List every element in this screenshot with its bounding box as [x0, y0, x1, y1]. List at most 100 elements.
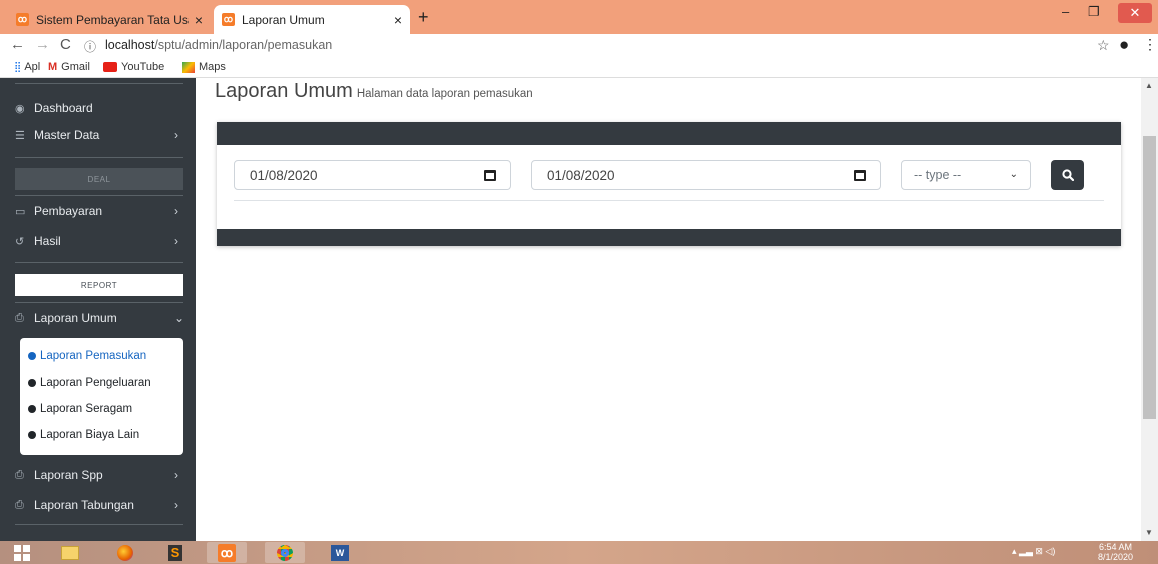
- bookmark-label: Maps: [199, 61, 226, 73]
- new-tab-button[interactable]: +: [418, 7, 429, 28]
- clock-date: 8/1/2020: [1098, 552, 1134, 562]
- reload-icon[interactable]: C: [60, 36, 71, 53]
- calendar-icon[interactable]: [484, 170, 496, 181]
- sidebar-item-label: Master Data: [34, 128, 100, 142]
- chevron-right-icon: ›: [174, 204, 178, 218]
- sub-item-label: Laporan Pemasukan: [40, 350, 147, 362]
- dashboard-icon: ◉: [15, 102, 25, 115]
- bookmark-gmail[interactable]: M Gmail: [48, 61, 90, 73]
- sidebar-item-laporan-spp[interactable]: ⎙ Laporan Spp ›: [0, 462, 196, 488]
- browser-tab-strip: ꝏ Sistem Pembayaran Tata Usaha × ꝏ Lapor…: [0, 0, 1158, 34]
- file-explorer-icon[interactable]: [50, 542, 90, 563]
- credit-card-icon: ▭: [15, 205, 26, 218]
- maps-icon: [182, 61, 195, 73]
- page-title: Laporan Umum Halaman data laporan pemasuk…: [215, 80, 533, 103]
- sidebar-item-pembayaran[interactable]: ▭ Pembayaran ›: [0, 198, 196, 224]
- tab-close-icon[interactable]: ×: [195, 12, 203, 28]
- list-icon: ☰: [15, 129, 25, 142]
- card-footer: [217, 229, 1121, 246]
- scroll-up-icon[interactable]: ▲: [1145, 81, 1153, 90]
- page-subtitle: Halaman data laporan pemasukan: [356, 88, 533, 100]
- system-tray-icons[interactable]: ▴ ▂▃ ⊠ ◁): [1012, 546, 1055, 557]
- menu-icon[interactable]: ⋮: [1143, 36, 1157, 53]
- url-path: /sptu/admin/laporan/pemasukan: [154, 38, 333, 52]
- sublime-text-icon[interactable]: S: [155, 542, 195, 563]
- sidebar-divider: [15, 524, 183, 525]
- xampp-favicon-icon: ꝏ: [16, 13, 29, 26]
- history-icon: ↺: [15, 235, 25, 248]
- bookmark-star-icon[interactable]: ☆: [1097, 37, 1110, 54]
- card-divider: [234, 200, 1104, 201]
- sidebar-item-master-data[interactable]: ☰ Master Data ›: [0, 122, 196, 148]
- sidebar-item-label: Laporan Umum: [34, 311, 117, 325]
- laporan-umum-submenu: Laporan Pemasukan Laporan Pengeluaran La…: [20, 338, 183, 455]
- sub-item-label: Laporan Biaya Lain: [40, 429, 140, 441]
- bookmark-maps[interactable]: Maps: [182, 61, 226, 73]
- sub-item-laporan-pengeluaran[interactable]: Laporan Pengeluaran: [28, 373, 151, 393]
- chevron-down-icon: ⌄: [174, 311, 185, 325]
- xampp-taskbar-icon[interactable]: ꝏ: [207, 542, 247, 563]
- word-icon[interactable]: W: [320, 542, 360, 563]
- bookmarks-bar: ⣿ Apl M Gmail YouTube Maps: [0, 58, 1158, 78]
- windows-start-icon[interactable]: [2, 542, 42, 563]
- bookmark-youtube[interactable]: YouTube: [103, 61, 164, 73]
- page-scrollbar[interactable]: ▲ ▼: [1141, 78, 1158, 541]
- scroll-thumb[interactable]: [1143, 136, 1156, 419]
- xampp-favicon-icon: ꝏ: [222, 13, 235, 26]
- sidebar-divider: [15, 83, 183, 84]
- tab-close-icon[interactable]: ×: [394, 12, 402, 28]
- sidebar-item-label: Hasil: [34, 234, 61, 248]
- sidebar-item-label: Pembayaran: [34, 204, 103, 218]
- printer-icon: ⎙: [15, 311, 24, 324]
- sub-item-laporan-biaya-lain[interactable]: Laporan Biaya Lain: [28, 425, 139, 445]
- search-button[interactable]: [1051, 160, 1084, 190]
- circle-icon: [28, 405, 36, 413]
- window-close-icon[interactable]: ✕: [1118, 3, 1152, 23]
- tab-sistem-pembayaran[interactable]: ꝏ Sistem Pembayaran Tata Usaha ×: [8, 5, 211, 34]
- back-icon[interactable]: ←: [10, 36, 25, 53]
- sidebar-item-laporan-umum[interactable]: ⎙ Laporan Umum ⌄: [0, 305, 196, 331]
- tab-title: Laporan Umum: [242, 12, 325, 27]
- profile-icon[interactable]: ●: [1119, 35, 1129, 55]
- sub-item-laporan-seragam[interactable]: Laporan Seragam: [28, 399, 132, 419]
- forward-icon[interactable]: →: [35, 36, 50, 53]
- chevron-down-icon: ⌄: [1009, 169, 1018, 180]
- chevron-right-icon: ›: [174, 498, 178, 512]
- date-from-input[interactable]: 01/08/2020: [234, 160, 511, 190]
- sidebar-item-dashboard[interactable]: ◉ Dashboard: [0, 95, 196, 121]
- sidebar-item-label: Laporan Tabungan: [34, 498, 134, 512]
- firefox-icon[interactable]: [105, 542, 145, 563]
- sidebar-divider: [15, 302, 183, 303]
- url-host: localhost: [105, 38, 155, 52]
- restore-icon[interactable]: ❐: [1088, 4, 1100, 20]
- type-select[interactable]: -- type -- ⌄: [901, 160, 1031, 190]
- chrome-icon[interactable]: [265, 542, 305, 563]
- bookmark-apps[interactable]: ⣿ Apl: [14, 61, 40, 73]
- sidebar-header-deal: DEAL: [15, 168, 183, 190]
- sidebar-item-laporan-tabungan[interactable]: ⎙ Laporan Tabungan ›: [0, 492, 196, 518]
- scroll-down-icon[interactable]: ▼: [1145, 528, 1153, 537]
- gmail-icon: M: [48, 61, 58, 73]
- sub-item-laporan-pemasukan[interactable]: Laporan Pemasukan: [28, 346, 146, 366]
- chevron-right-icon: ›: [174, 468, 178, 482]
- info-icon[interactable]: ⓘ: [84, 38, 96, 55]
- bookmark-label: YouTube: [121, 61, 165, 73]
- windows-taskbar: S ꝏ W ▴ ▂▃ ⊠ ◁) 6:54 AM 8/1/2020: [0, 541, 1158, 564]
- sub-item-label: Laporan Seragam: [40, 403, 133, 415]
- circle-icon: [28, 352, 36, 360]
- browser-toolbar: ← → C ⓘ localhost/sptu/admin/laporan/pem…: [0, 34, 1158, 58]
- card-header: [217, 122, 1121, 145]
- sub-item-label: Laporan Pengeluaran: [40, 377, 151, 389]
- tab-laporan-umum[interactable]: ꝏ Laporan Umum ×: [214, 5, 410, 34]
- circle-icon: [28, 379, 36, 387]
- minimize-icon[interactable]: –: [1062, 4, 1069, 19]
- chevron-right-icon: ›: [174, 128, 178, 142]
- sidebar-item-label: Laporan Spp: [34, 468, 103, 482]
- date-to-input[interactable]: 01/08/2020: [531, 160, 881, 190]
- address-bar[interactable]: localhost/sptu/admin/laporan/pemasukan: [105, 38, 332, 52]
- calendar-icon[interactable]: [854, 170, 866, 181]
- taskbar-clock[interactable]: 6:54 AM 8/1/2020: [1098, 542, 1133, 562]
- chevron-right-icon: ›: [174, 234, 178, 248]
- sidebar: ◉ Dashboard ☰ Master Data › DEAL ▭ Pemba…: [0, 78, 196, 541]
- sidebar-item-hasil[interactable]: ↺ Hasil ›: [0, 228, 196, 254]
